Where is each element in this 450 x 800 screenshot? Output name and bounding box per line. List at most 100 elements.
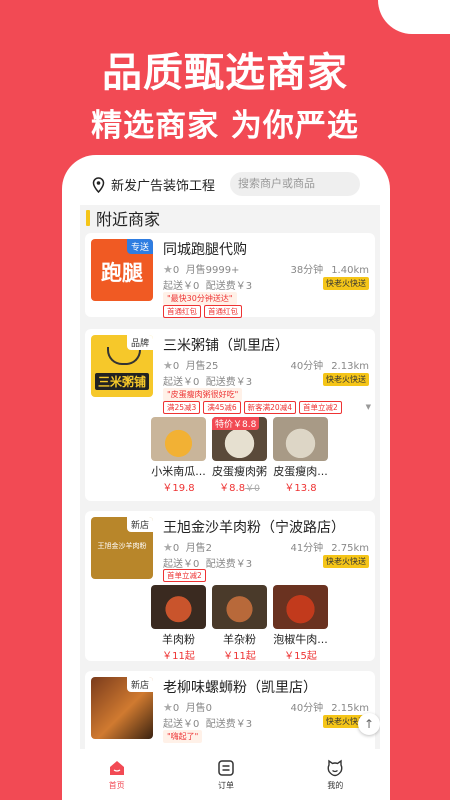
dish-price: ￥19.8 [162,483,195,494]
dish-list: 小米南瓜... ￥19.8 特价￥8.8 皮蛋瘦肉粥 ￥8.8￥0 皮蛋瘦肉..… [151,417,328,494]
shop-fees: 起送￥0 配送费￥3 [163,281,253,292]
search-input[interactable]: 搜索商户或商品 [230,172,360,196]
dish-image [151,417,206,461]
dish-image [151,585,206,629]
top-bar: 新发广告装饰工程 搜索商户或商品 [62,155,390,211]
arrow-up-icon: ↑ [363,717,375,731]
dish-badge: 特价￥8.8 [212,417,260,430]
expand-coupons-icon[interactable]: ▼ [366,403,371,411]
tab-home[interactable]: 首页 [62,749,171,800]
coupon-tag: 首通红包 [163,305,201,318]
shop-thumbnail-text: 王旭金沙羊肉粉 [97,542,147,550]
shop-badge: 专送 [126,239,153,254]
tab-profile[interactable]: 我的 [281,749,390,800]
section-title-text: 附近商家 [96,210,161,229]
dish-price: ￥11起 [223,651,256,662]
dish-item[interactable]: 小米南瓜... ￥19.8 [151,417,206,494]
dish-name: 羊肉粉 [162,633,195,646]
tab-label: 首页 [108,780,125,790]
home-icon [109,760,124,775]
dish-item[interactable]: 泡椒牛肉... ￥15起 [273,585,328,662]
bottom-tab-bar: 首页 订单 我的 [62,749,390,800]
shop-stats: ★0 月售0 [163,701,212,714]
profile-icon [327,759,343,776]
shop-thumbnail-text: 跑腿 [101,261,143,285]
tab-orders[interactable]: 订单 [171,749,280,800]
coupon-list: 首通红包 首通红包 [163,305,242,318]
star-icon: ★ [163,359,173,372]
shop-card[interactable]: 王旭金沙羊肉粉 新店 王旭金沙羊肉粉（宁波路店） ★0 月售2 41分钟 2.75… [85,511,375,662]
shop-card[interactable]: 新店 老柳味螺蛳粉（凯里店） ★0 月售0 40分钟 2.15km 起送￥0 配送… [85,671,375,749]
shop-fees: 起送￥0 配送费￥3 [163,377,253,388]
dish-image [273,585,328,629]
shop-thumbnail: 新店 [91,677,153,739]
shop-stats: ★0 月售2 [163,541,212,554]
express-badge: 快老火快送 [323,373,369,386]
shop-thumbnail: 三米粥铺 品牌 [91,335,153,397]
dish-name: 皮蛋瘦肉... [273,465,328,478]
dish-image [212,585,267,629]
shop-promo: "最快30分钟送达" [163,292,237,305]
shop-fees: 起送￥0 配送费￥3 [163,559,253,570]
section-title: 附近商家 [86,207,160,229]
shop-thumbnail-text: 三米粥铺 [95,373,149,390]
dish-name: 皮蛋瘦肉粥 [212,465,267,478]
dish-price: ￥11起 [162,651,195,662]
promo-headline: 品质甄选商家 [102,50,348,96]
coupon-tag: 首通红包 [204,305,242,318]
dish-image: 特价￥8.8 [212,417,267,461]
shop-distance: 40分钟 2.13km [290,361,369,372]
dish-name: 小米南瓜... [151,465,206,478]
shop-badge: 新店 [126,677,153,692]
dish-item[interactable]: 羊杂粉 ￥11起 [212,585,267,662]
phone-frame: 新发广告装饰工程 搜索商户或商品 附近商家 跑腿 专送 同城跑腿代购 ★0 月售… [62,155,390,800]
star-icon: ★ [163,263,173,276]
coupon-tag: 新客满20减4 [243,401,296,414]
coupon-tag: 满45减6 [203,401,241,414]
express-badge: 快老火快送 [323,277,369,290]
shop-list: 附近商家 跑腿 专送 同城跑腿代购 ★0 月售9999+ 38分钟 1.40km … [80,205,380,749]
dish-name: 羊杂粉 [223,633,256,646]
dish-image [273,417,328,461]
coupon-tag: 首单立减2 [163,569,206,582]
shop-name: 三米粥铺（凯里店） [163,338,289,354]
coupon-tag: 首单立减2 [298,401,342,414]
shop-promo: "皮蛋瘦肉粥很好吃" [163,388,243,401]
shop-badge: 品牌 [126,335,153,350]
shop-promo: "嗨起了" [163,730,203,743]
shop-fees: 起送￥0 配送费￥3 [163,719,253,730]
location-selector[interactable]: 新发广告装饰工程 [92,175,215,194]
tab-label: 我的 [327,780,344,790]
shop-badge: 新店 [126,517,153,532]
coupon-tag: 满25减3 [163,401,201,414]
star-icon: ★ [163,541,173,554]
shop-thumbnail: 王旭金沙羊肉粉 新店 [91,517,153,579]
dish-price: ￥15起 [284,651,317,662]
dish-item[interactable]: 皮蛋瘦肉... ￥13.8 [273,417,328,494]
order-icon [218,759,234,776]
dish-name: 泡椒牛肉... [273,633,328,646]
shop-name: 同城跑腿代购 [163,242,247,258]
scroll-to-top-button[interactable]: ↑ [358,713,380,735]
shop-distance: 40分钟 2.15km [290,703,369,714]
shop-card[interactable]: 三米粥铺 品牌 三米粥铺（凯里店） ★0 月售25 40分钟 2.13km 起送￥… [85,329,375,501]
dish-item[interactable]: 羊肉粉 ￥11起 [151,585,206,662]
shop-name: 王旭金沙羊肉粉（宁波路店） [163,520,345,536]
location-label: 新发广告装饰工程 [111,179,216,194]
dish-list: 羊肉粉 ￥11起 羊杂粉 ￥11起 泡椒牛肉... ￥15起 [151,585,328,662]
shop-card[interactable]: 跑腿 专送 同城跑腿代购 ★0 月售9999+ 38分钟 1.40km 起送￥0 … [85,233,375,318]
shop-stats: ★0 月售25 [163,359,219,372]
dish-price: ￥8.8￥0 [219,483,260,494]
promo-subheadline: 精选商家 为你严选 [91,108,359,144]
tab-label: 订单 [217,780,234,790]
coupon-list: 满25减3 满45减6 新客满20减4 首单立减2 [163,401,342,414]
express-badge: 快老火快送 [323,555,369,568]
coupon-list: 首单立减2 [163,569,206,582]
shop-stats: ★0 月售9999+ [163,263,240,276]
corner-decoration [378,0,450,34]
shop-thumbnail: 跑腿 专送 [91,239,153,301]
dish-price: ￥13.8 [284,483,317,494]
location-pin-icon [92,176,105,193]
dish-item[interactable]: 特价￥8.8 皮蛋瘦肉粥 ￥8.8￥0 [212,417,267,494]
section-marker [86,210,90,226]
